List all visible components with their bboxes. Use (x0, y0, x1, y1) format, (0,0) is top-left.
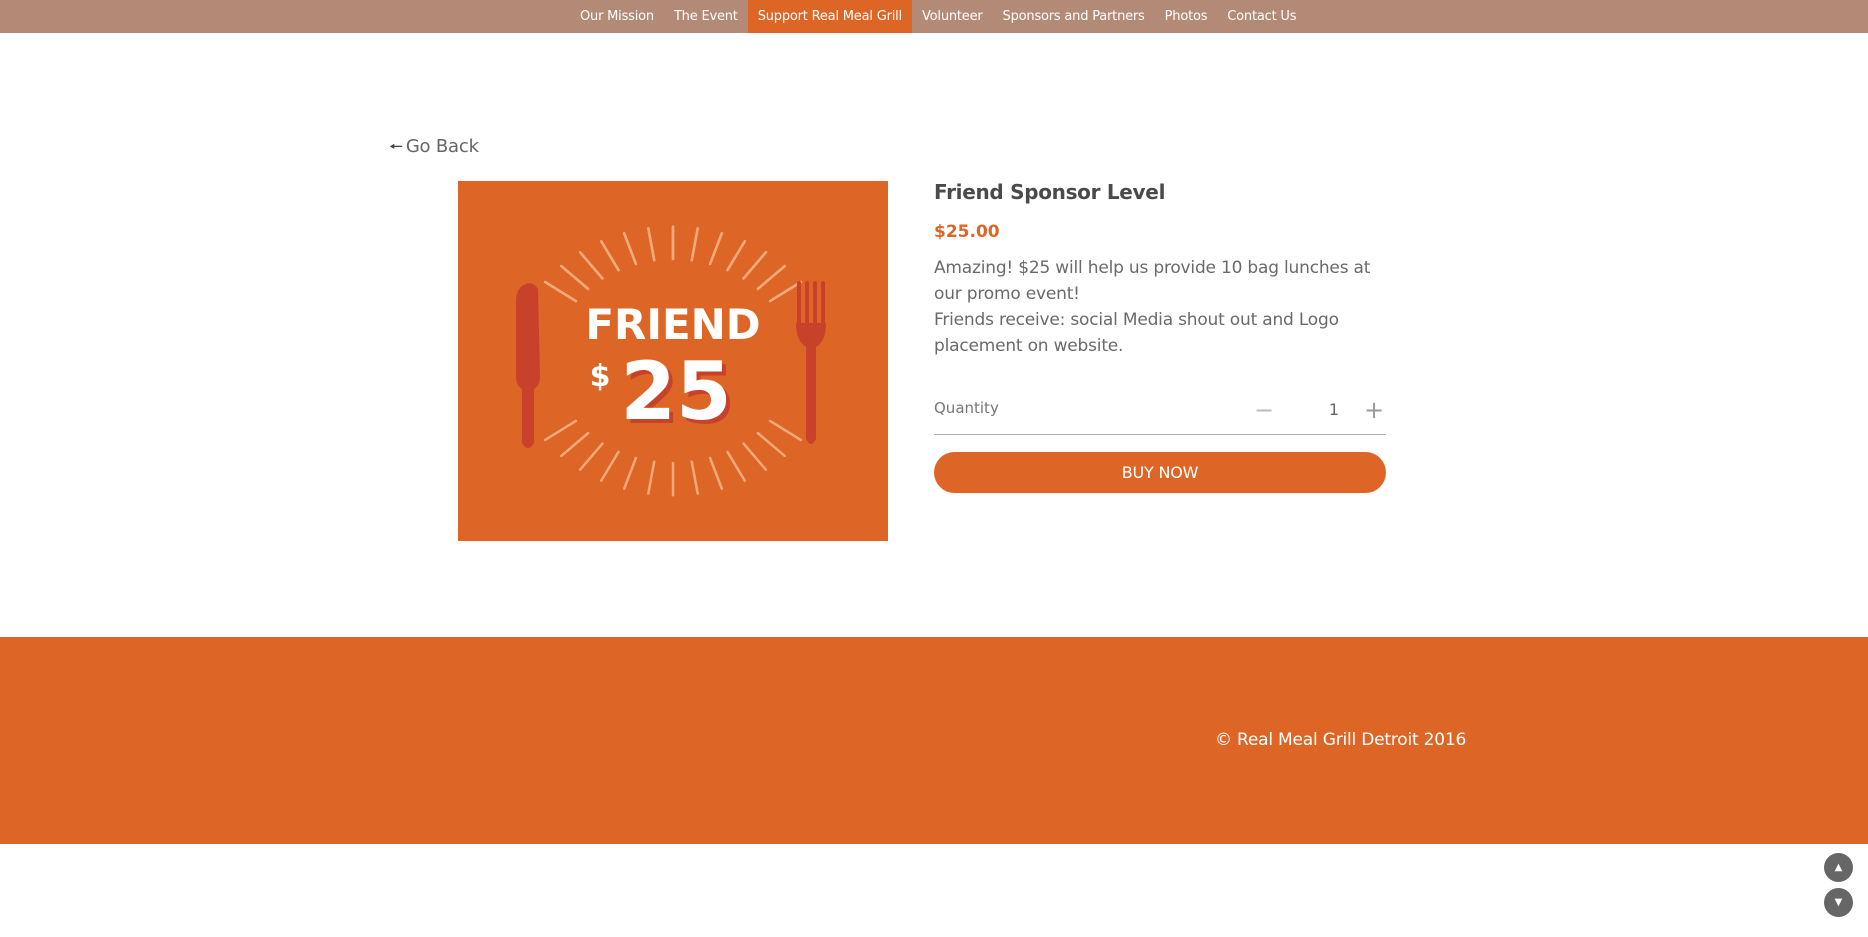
go-back-label: Go Back (405, 136, 479, 157)
nav-item-the-event[interactable]: The Event (664, 0, 748, 33)
scroll-down-button[interactable]: ▼ (1824, 888, 1853, 917)
quantity-input[interactable]: 1 (1314, 400, 1354, 419)
copyright-text: © Real Meal Grill Detroit 2016 (1215, 730, 1467, 750)
nav-item-our-mission[interactable]: Our Mission (570, 0, 664, 33)
nav-item-volunteer[interactable]: Volunteer (912, 0, 993, 33)
product-title: Friend Sponsor Level (934, 180, 1166, 204)
go-back-link[interactable]: 🠔 Go Back (389, 136, 479, 163)
top-nav: Our Mission The Event Support Real Meal … (0, 0, 1868, 33)
friend-sponsor-graphic: FRIEND $ 25 25 (458, 181, 888, 541)
product-image: FRIEND $ 25 25 (458, 181, 888, 541)
nav-menu: Our Mission The Event Support Real Meal … (570, 0, 1306, 33)
nav-item-photos[interactable]: Photos (1155, 0, 1218, 33)
quantity-increment-button[interactable]: + (1364, 395, 1384, 425)
product-info: Friend Sponsor Level $25.00 Amazing! $25… (934, 180, 1386, 359)
image-currency-text: $ (590, 359, 611, 394)
nav-item-support-real-meal-grill[interactable]: Support Real Meal Grill (747, 0, 912, 33)
nav-item-sponsors-and-partners[interactable]: Sponsors and Partners (993, 0, 1155, 33)
arrow-left-icon: 🠔 (389, 137, 403, 156)
description-line-1: Amazing! $25 will help us provide 10 bag… (934, 258, 1371, 304)
description-line-2: Friends receive: social Media shout out … (934, 310, 1339, 356)
buy-now-button[interactable]: BUY NOW (934, 452, 1386, 493)
image-word-text: FRIEND (585, 300, 760, 349)
scroll-up-button[interactable]: ▲ (1824, 853, 1853, 882)
image-amount-text: 25 (620, 345, 731, 438)
nav-item-contact-us[interactable]: Contact Us (1217, 0, 1306, 33)
footer: © Real Meal Grill Detroit 2016 (0, 637, 1868, 844)
product-price: $25.00 (934, 222, 1000, 242)
product-description: Amazing! $25 will help us provide 10 bag… (934, 255, 1386, 359)
quantity-label: Quantity (934, 399, 999, 417)
quantity-decrement-button[interactable]: − (1254, 395, 1274, 425)
quantity-row: Quantity − 1 + (934, 395, 1386, 435)
